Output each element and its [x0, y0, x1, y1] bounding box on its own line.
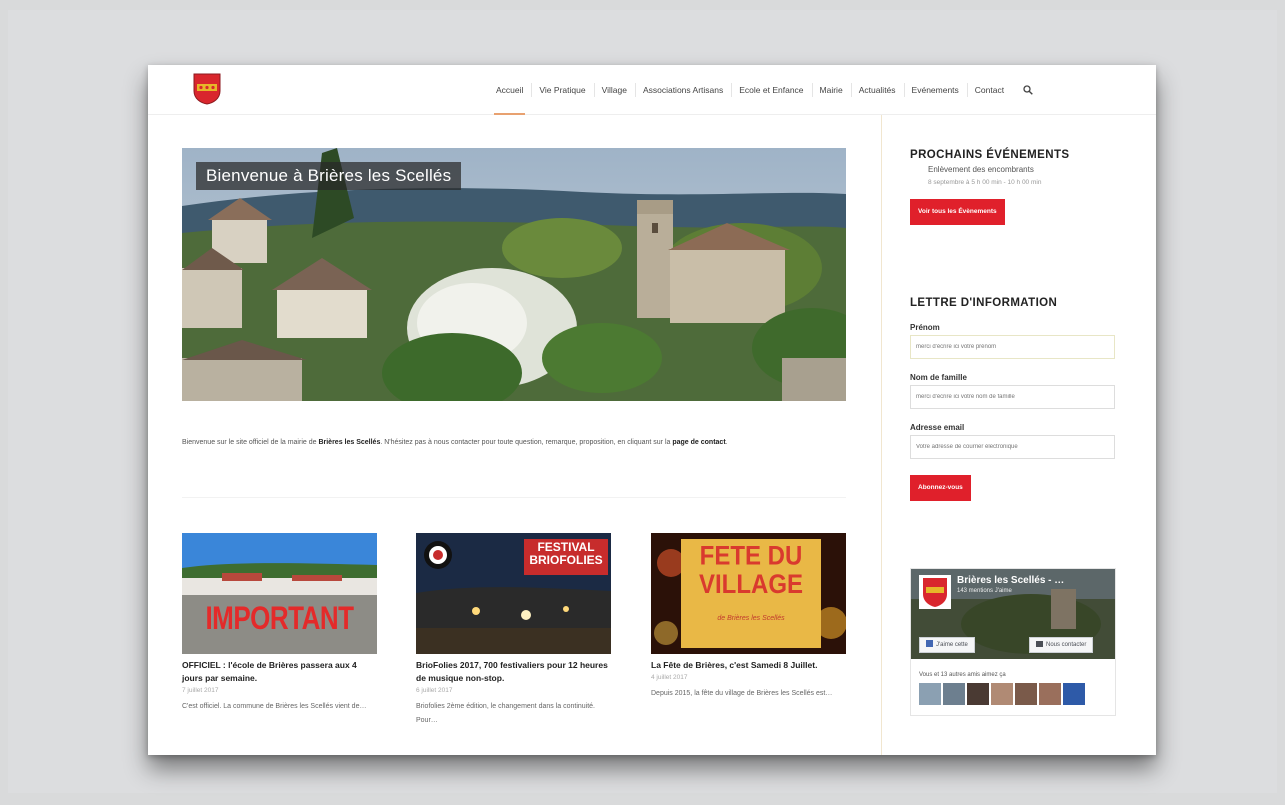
nav-ecole-enfance[interactable]: Ecole et Enfance	[731, 65, 811, 115]
facebook-like-count: 143 mentions J'aime	[957, 588, 1012, 594]
intro-text: Bienvenue sur le site officiel de la mai…	[182, 435, 846, 450]
facebook-icon	[926, 640, 933, 647]
intro-suffix: .	[725, 439, 728, 446]
post-date: 4 juillet 2017	[651, 674, 688, 681]
facebook-page-name[interactable]: Brières les Scellés - …	[957, 575, 1064, 586]
post-thumbnail[interactable]: IMPORTANT	[182, 533, 377, 654]
post-title[interactable]: La Fête de Brières, c'est Samedi 8 Juill…	[651, 659, 846, 672]
friend-avatar[interactable]	[1015, 683, 1037, 705]
post-excerpt: Briofolies 2ème édition, le changement d…	[416, 703, 595, 724]
nav-associations-artisans[interactable]: Associations Artisans	[634, 65, 731, 115]
newsletter-widget: LETTRE D'INFORMATION Prénom Nom de famil…	[910, 297, 1116, 501]
all-events-button[interactable]: Voir tous les Évènements	[910, 199, 1005, 225]
nav-mairie[interactable]: Mairie	[811, 65, 851, 115]
nav-actualites[interactable]: Actualités	[850, 65, 904, 115]
post-card[interactable]: IMPORTANT OFFICIEL : l'école de Brières …	[182, 533, 377, 714]
friend-avatar[interactable]	[943, 683, 965, 705]
nav-accueil[interactable]: Accueil	[488, 65, 531, 115]
post-title[interactable]: BrioFolies 2017, 700 festivaliers pour 1…	[416, 659, 611, 685]
email-label: Adresse email	[910, 423, 965, 432]
post-thumb-text: IMPORTANT	[205, 599, 354, 637]
post-thumbnail[interactable]: FETE DU VILLAGE de Brières les Scellés	[651, 533, 846, 654]
sidebar-divider	[881, 115, 882, 755]
post-card[interactable]: FESTIVAL BRIOFOLIES BrioFolies 2017, 700…	[416, 533, 611, 728]
facebook-cover[interactable]: Brières les Scellés - … 143 mentions J'a…	[911, 569, 1115, 659]
post-excerpt: C'est officiel. La commune de Brières le…	[182, 703, 367, 710]
message-icon	[1036, 641, 1043, 647]
facebook-friend-avatars	[919, 683, 1085, 705]
firstname-label: Prénom	[910, 323, 940, 332]
search-icon[interactable]	[1018, 65, 1038, 115]
main-nav: Accueil Vie Pratique Village Association…	[488, 65, 1038, 115]
nav-evenements[interactable]: Evénements	[903, 65, 967, 115]
site-header: Accueil Vie Pratique Village Association…	[148, 65, 1156, 115]
content-divider	[182, 497, 846, 498]
events-heading: PROCHAINS ÉVÉNEMENTS	[910, 149, 1070, 161]
post-title[interactable]: OFFICIEL : l'école de Brières passera au…	[182, 659, 377, 685]
facebook-page-widget: Brières les Scellés - … 143 mentions J'a…	[910, 568, 1116, 716]
coat-of-arms-logo[interactable]	[193, 73, 221, 105]
hero-banner: Bienvenue à Brières les Scellés	[182, 148, 846, 401]
friend-avatar[interactable]	[991, 683, 1013, 705]
lastname-input[interactable]	[910, 385, 1115, 409]
post-thumbnail[interactable]: FESTIVAL BRIOFOLIES	[416, 533, 611, 654]
post-thumb-text: FESTIVAL BRIOFOLIES	[529, 540, 603, 567]
nav-vie-pratique[interactable]: Vie Pratique	[531, 65, 593, 115]
friend-avatar[interactable]	[1063, 683, 1085, 705]
friend-avatar[interactable]	[967, 683, 989, 705]
events-widget: PROCHAINS ÉVÉNEMENTS Enlèvement des enco…	[910, 149, 1116, 225]
intro-prefix: Bienvenue sur le site officiel de la mai…	[182, 439, 319, 446]
nav-contact[interactable]: Contact	[966, 65, 1012, 115]
firstname-input[interactable]	[910, 335, 1115, 359]
facebook-contact-button[interactable]: Nous contacter	[1029, 637, 1094, 653]
email-input[interactable]	[910, 435, 1115, 459]
facebook-friends-text: Vous et 13 autres amis aimez ça	[919, 672, 1006, 678]
facebook-avatar	[919, 575, 951, 609]
post-excerpt: Depuis 2015, la fête du village de Brièr…	[651, 690, 833, 697]
newsletter-heading: LETTRE D'INFORMATION	[910, 297, 1058, 309]
contact-button-label: Nous contacter	[1046, 642, 1087, 648]
event-date: 8 septembre à 5 h 00 min - 10 h 00 min	[928, 179, 1042, 186]
friend-avatar[interactable]	[919, 683, 941, 705]
post-thumb-subtext: de Brières les Scellés	[717, 615, 785, 622]
lastname-label: Nom de famille	[910, 373, 967, 382]
post-date: 7 juillet 2017	[182, 687, 219, 694]
post-thumb-text: FETE DU VILLAGE	[698, 541, 803, 600]
post-date: 6 juillet 2017	[416, 687, 453, 694]
post-card[interactable]: FETE DU VILLAGE de Brières les Scellés L…	[651, 533, 846, 701]
hero-title: Bienvenue à Brières les Scellés	[196, 162, 462, 190]
website-page: Accueil Vie Pratique Village Association…	[148, 65, 1156, 755]
subscribe-button[interactable]: Abonnez-vous	[910, 475, 971, 501]
friend-avatar[interactable]	[1039, 683, 1061, 705]
intro-middle: . N'hésitez pas à nous contacter pour to…	[380, 439, 673, 446]
facebook-like-button[interactable]: J'aime cette	[919, 637, 975, 653]
event-title[interactable]: Enlèvement des encombrants	[928, 165, 1116, 174]
intro-village-name: Brières les Scellés	[318, 439, 381, 446]
contact-page-link[interactable]: page de contact	[672, 439, 725, 446]
like-button-label: J'aime cette	[936, 642, 968, 648]
nav-village[interactable]: Village	[593, 65, 635, 115]
